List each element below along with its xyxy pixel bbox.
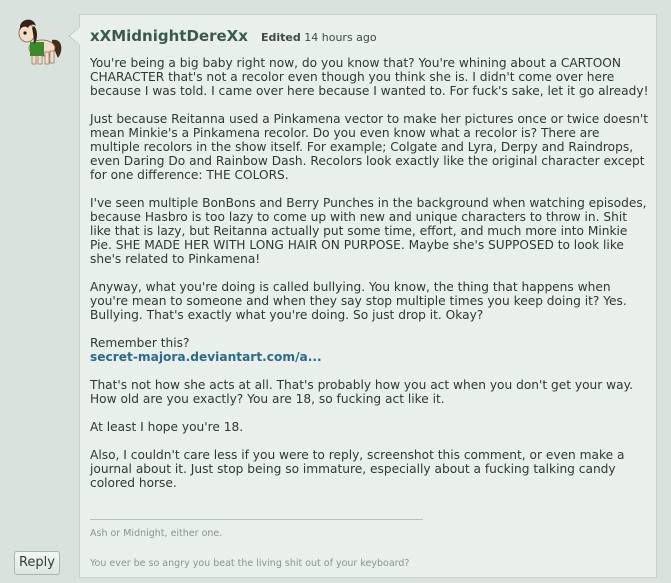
signature-line: You ever be so angry you beat the living… xyxy=(90,558,410,569)
timestamp: 14 hours ago xyxy=(304,31,377,44)
comment-paragraph: Just because Reitanna used a Pinkamena v… xyxy=(90,112,649,182)
username-link[interactable]: xXMidnightDereXx xyxy=(90,27,248,45)
comment-paragraph: You're being a big baby right now, do yo… xyxy=(90,56,649,98)
comment-paragraph: Also, I couldn't care less if you were t… xyxy=(90,448,625,490)
comment-pointer-inner xyxy=(70,27,80,45)
comment-paragraph: I've seen multiple BonBons and Berry Pun… xyxy=(90,196,647,266)
signature-line: Ash or Midnight, either one. xyxy=(90,528,223,539)
comment-paragraph: Anyway, what you're doing is called bull… xyxy=(90,280,627,322)
reply-button[interactable]: Reply xyxy=(14,551,60,575)
comment-header: xXMidnightDereXx Edited 14 hours ago xyxy=(90,26,377,45)
remember-text: Remember this? xyxy=(90,336,190,350)
edited-info: Edited 14 hours ago xyxy=(261,31,377,44)
pony-avatar-icon xyxy=(18,19,62,65)
remember-block: Remember this? secret-majora.deviantart.c… xyxy=(90,336,650,364)
comment-paragraph: That's not how she acts at all. That's p… xyxy=(90,378,633,406)
comment-body: You're being a big baby right now, do yo… xyxy=(90,56,650,504)
deviantart-link[interactable]: secret-majora.deviantart.com/a... xyxy=(90,350,322,364)
edited-label: Edited xyxy=(260,31,301,44)
avatar[interactable] xyxy=(12,14,66,68)
signature-divider xyxy=(90,519,423,520)
comment-paragraph: At least I hope you're 18. xyxy=(90,420,244,434)
comment-box: xXMidnightDereXx Edited 14 hours ago You… xyxy=(79,14,657,578)
